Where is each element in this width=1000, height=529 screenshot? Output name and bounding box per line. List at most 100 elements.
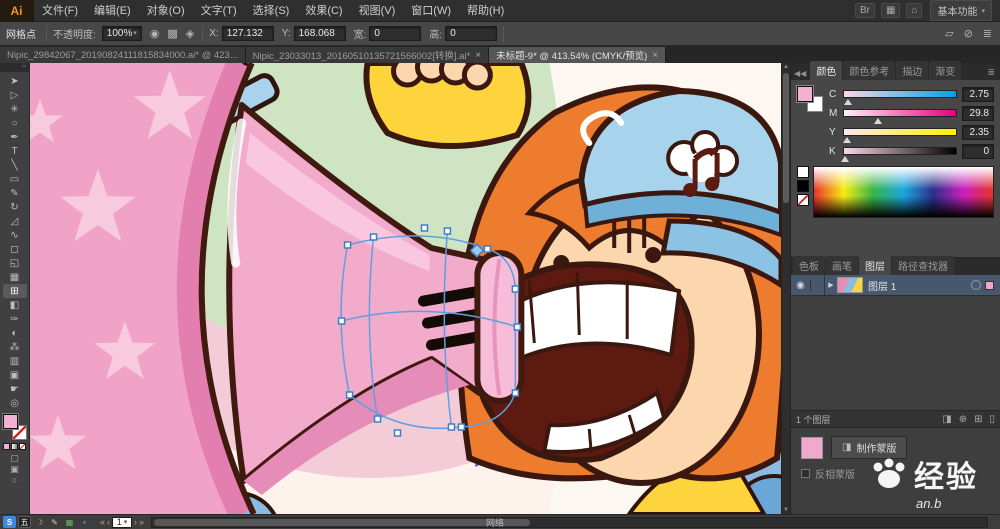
- white-swatch[interactable]: [797, 166, 809, 178]
- direct-selection-tool[interactable]: ▷: [3, 88, 27, 102]
- first-artboard-icon[interactable]: «: [100, 517, 105, 527]
- opacity-field[interactable]: 100% ▾: [101, 26, 142, 41]
- artwork-canvas[interactable]: [30, 63, 781, 514]
- close-icon[interactable]: ×: [475, 50, 481, 61]
- rectangle-tool[interactable]: ▭: [3, 172, 27, 186]
- ime-toolbox-icon[interactable]: +: [78, 516, 91, 528]
- appearance-circle-icon[interactable]: ◉: [148, 27, 162, 40]
- recolor-artwork-icon[interactable]: ▩: [165, 27, 179, 40]
- draw-inside-icon[interactable]: ▣: [10, 464, 19, 474]
- color-swatch-icon[interactable]: [3, 443, 10, 450]
- scroll-down-icon[interactable]: ▼: [782, 507, 790, 513]
- channel-value-field[interactable]: 0: [962, 143, 994, 159]
- slider-thumb[interactable]: [841, 156, 850, 162]
- eyedropper-tool[interactable]: ✑: [3, 312, 27, 326]
- horizontal-scrollbar[interactable]: 网络: [151, 516, 988, 528]
- bridge-icon[interactable]: Br: [854, 3, 875, 18]
- panel-fill-stroke-widget[interactable]: [797, 86, 823, 112]
- panel-menu-icon[interactable]: ≣: [984, 67, 998, 80]
- free-transform-tool[interactable]: ◻: [3, 242, 27, 256]
- dock-collapse-icon[interactable]: ◀◀: [793, 69, 809, 80]
- color-spectrum-ramp[interactable]: [813, 166, 994, 218]
- type-tool[interactable]: T: [3, 144, 27, 158]
- close-icon[interactable]: ×: [652, 50, 658, 61]
- fill-stroke-widget[interactable]: [2, 414, 27, 440]
- last-artboard-icon[interactable]: »: [139, 517, 144, 527]
- transform-panel-icon[interactable]: ▱: [943, 27, 955, 40]
- draw-normal-icon[interactable]: ▢: [10, 453, 19, 463]
- none-swatch-icon[interactable]: [19, 443, 26, 450]
- expand-arrow-icon[interactable]: ▶: [825, 281, 837, 289]
- soft-keyboard-icon[interactable]: ▦: [63, 516, 76, 528]
- menu-item[interactable]: 窗口(W): [403, 0, 459, 22]
- toolbar-collapse-icon[interactable]: ‹‹: [0, 63, 29, 72]
- pencil-tool[interactable]: ✎: [3, 186, 27, 200]
- gradient-tool[interactable]: ◧: [3, 298, 27, 312]
- previous-artboard-icon[interactable]: ‹: [107, 517, 110, 527]
- mesh-tool[interactable]: ⊞: [2, 284, 27, 298]
- scroll-up-icon[interactable]: ▲: [782, 64, 790, 70]
- delete-layer-icon[interactable]: ▯: [989, 414, 995, 425]
- channel-slider[interactable]: [843, 109, 957, 124]
- width-tool[interactable]: ∿: [3, 228, 27, 242]
- artboard-number-field[interactable]: 1 ▾: [112, 516, 133, 528]
- panel-tab[interactable]: 渐变: [929, 61, 962, 80]
- make-clipping-mask-icon[interactable]: ◨: [942, 414, 951, 425]
- panel-tab[interactable]: 图层: [859, 256, 891, 275]
- symbol-sprayer-tool[interactable]: ⁂: [3, 340, 27, 354]
- line-segment-tool[interactable]: ╲: [3, 158, 27, 172]
- layer-row[interactable]: ◉ ▶ 图层 1: [791, 275, 1000, 296]
- document-tab[interactable]: Nipic_29842067_20190824111815834000.ai* …: [0, 47, 246, 63]
- panel-tab[interactable]: 颜色参考: [843, 61, 896, 80]
- document-tab[interactable]: 未标题-9* @ 413.54% (CMYK/预览) ×: [489, 47, 667, 63]
- channel-value-field[interactable]: 2.75: [962, 86, 994, 102]
- wubi-mode-icon[interactable]: 五: [18, 516, 31, 528]
- panel-tab[interactable]: 颜色: [810, 61, 843, 80]
- new-sublayer-icon[interactable]: ⊕: [959, 414, 967, 425]
- menu-item[interactable]: 对象(O): [139, 0, 193, 22]
- perspective-grid-tool[interactable]: ▦: [3, 270, 27, 284]
- arrange-documents-icon[interactable]: ▦: [880, 3, 901, 18]
- slider-thumb[interactable]: [843, 137, 852, 143]
- cs-live-icon[interactable]: ⌂: [906, 3, 923, 18]
- panel-tab[interactable]: 色板: [793, 256, 825, 275]
- black-swatch[interactable]: [797, 180, 809, 192]
- menu-item[interactable]: 视图(V): [351, 0, 404, 22]
- document-tab[interactable]: Nipic_23033013_20160510135721566002[转换].…: [245, 47, 490, 63]
- menu-item[interactable]: 编辑(E): [86, 0, 139, 22]
- magic-wand-tool[interactable]: ✳: [3, 102, 27, 116]
- handwriting-icon[interactable]: ✎: [48, 516, 61, 528]
- shape-builder-tool[interactable]: ◱: [3, 256, 27, 270]
- channel-slider[interactable]: [841, 147, 957, 162]
- rotate-tool[interactable]: ↻: [3, 200, 27, 214]
- halfwidth-moon-icon[interactable]: ☽: [33, 516, 46, 528]
- scale-tool[interactable]: ◿: [3, 214, 27, 228]
- document-canvas[interactable]: [30, 63, 781, 514]
- pen-tool[interactable]: ✒: [3, 130, 27, 144]
- transparency-thumbnail[interactable]: [801, 436, 823, 459]
- blend-tool[interactable]: ◐: [3, 326, 27, 340]
- channel-slider[interactable]: [843, 90, 957, 105]
- hand-tool[interactable]: ☛: [3, 382, 27, 396]
- channel-value-field[interactable]: 29.8: [962, 105, 994, 121]
- target-circle-icon[interactable]: [971, 280, 981, 290]
- visibility-eye-icon[interactable]: ◉: [791, 279, 811, 291]
- sogou-logo-icon[interactable]: S: [3, 516, 16, 528]
- selection-indicator[interactable]: [985, 280, 994, 290]
- channel-value-field[interactable]: 2.35: [962, 124, 994, 140]
- horizontal-scroll-thumb[interactable]: [154, 518, 530, 526]
- screen-mode-icon[interactable]: ○: [12, 475, 17, 485]
- menu-item[interactable]: 效果(C): [297, 0, 350, 22]
- menu-item[interactable]: 帮助(H): [459, 0, 512, 22]
- control-menu-icon[interactable]: ≣: [981, 27, 994, 40]
- invert-mask-checkbox[interactable]: [801, 469, 810, 478]
- zoom-tool[interactable]: ◎: [3, 396, 27, 410]
- channel-slider[interactable]: [843, 128, 957, 143]
- vertical-scrollbar[interactable]: ▲ ▼: [781, 63, 790, 514]
- isolate-icon[interactable]: ⊘: [962, 27, 975, 40]
- layer-name[interactable]: 图层 1: [863, 278, 971, 293]
- slider-thumb[interactable]: [873, 118, 882, 124]
- panel-tab[interactable]: 画笔: [826, 256, 858, 275]
- artboard-tool[interactable]: ▣: [3, 368, 27, 382]
- fill-color-swatch[interactable]: [2, 414, 18, 429]
